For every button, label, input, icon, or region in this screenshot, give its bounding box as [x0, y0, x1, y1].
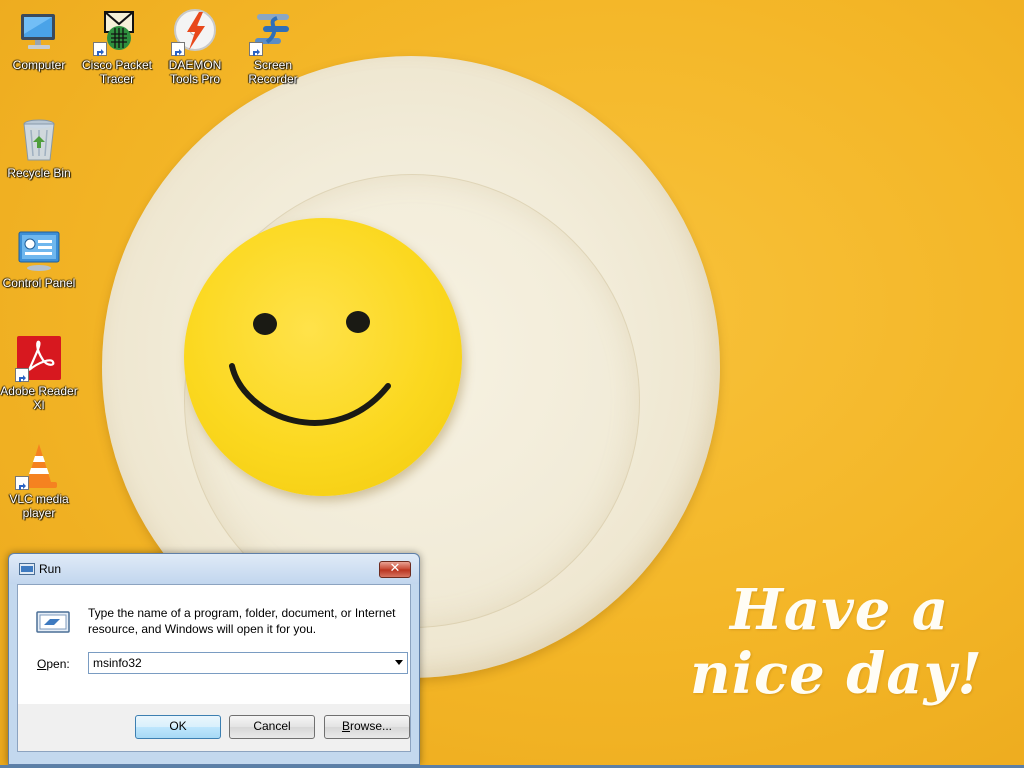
control-panel-icon [15, 226, 63, 274]
desktop-icon-vlc-media-player[interactable]: VLC media player [0, 442, 78, 520]
icon-label: DAEMON Tools Pro [168, 58, 222, 86]
close-button[interactable]: ✕ [379, 561, 411, 578]
packet-tracer-icon [93, 8, 141, 56]
run-icon [19, 563, 35, 575]
greeting-line-1: Have a [730, 577, 950, 643]
shortcut-arrow-icon [171, 42, 185, 56]
icon-label: Screen Recorder [248, 58, 298, 86]
desktop-icon-daemon-tools-pro[interactable]: DAEMON Tools Pro [156, 8, 234, 86]
icon-label: Control Panel [2, 276, 76, 290]
browse-button[interactable]: Browse... [324, 715, 410, 739]
ok-button[interactable]: OK [135, 715, 221, 739]
shortcut-arrow-icon [15, 476, 29, 490]
adobe-reader-icon [15, 334, 63, 382]
icon-label: Computer [12, 58, 66, 72]
screen-recorder-icon [249, 8, 297, 56]
run-titlebar[interactable]: Run ✕ [9, 554, 419, 584]
open-label-text: pen: [46, 657, 70, 671]
computer-icon [15, 8, 63, 56]
open-label-accesskey: O [37, 657, 47, 671]
icon-label: Cisco Packet Tracer [81, 58, 153, 86]
recycle-bin-icon [15, 116, 63, 164]
shortcut-arrow-icon [15, 368, 29, 382]
ok-button-label: OK [169, 719, 187, 733]
icon-label: VLC media player [9, 492, 69, 520]
open-label: Open: [37, 657, 70, 671]
wallpaper-greeting: Have a nice day! [690, 578, 1010, 706]
icon-label: Recycle Bin [7, 166, 71, 180]
desktop-icon-cisco-packet-tracer[interactable]: Cisco Packet Tracer [78, 8, 156, 86]
desktop-icon-recycle-bin[interactable]: Recycle Bin [0, 116, 78, 180]
cancel-button-label: Cancel [253, 719, 291, 733]
desktop-icon-control-panel[interactable]: Control Panel [0, 226, 78, 290]
browse-button-label: rowse... [350, 719, 393, 733]
greeting-line-2: nice day! [690, 641, 983, 707]
close-icon: ✕ [389, 561, 401, 576]
smiley-cookie-image [184, 218, 462, 496]
run-description: Type the name of a program, folder, docu… [88, 606, 396, 636]
run-content-panel: Type the name of a program, folder, docu… [18, 585, 410, 704]
chevron-down-icon[interactable] [395, 660, 403, 665]
open-combobox[interactable] [88, 652, 408, 674]
desktop-icon-computer[interactable]: Computer [0, 8, 78, 72]
run-client-area: Type the name of a program, folder, docu… [17, 584, 411, 752]
run-dialog: Run ✕ Type the name of a program, folder… [8, 553, 420, 765]
shortcut-arrow-icon [93, 42, 107, 56]
browse-accesskey: B [341, 719, 350, 733]
daemon-tools-icon [171, 8, 219, 56]
desktop-icon-adobe-reader[interactable]: Adobe Reader XI [0, 334, 78, 412]
shortcut-arrow-icon [249, 42, 263, 56]
vlc-cone-icon [15, 442, 63, 490]
run-program-icon [36, 611, 70, 633]
cancel-button[interactable]: Cancel [229, 715, 315, 739]
run-title: Run [39, 562, 62, 576]
icon-label: Adobe Reader XI [0, 384, 78, 412]
open-input[interactable] [93, 655, 383, 671]
desktop-icon-screen-recorder[interactable]: Screen Recorder [234, 8, 312, 86]
